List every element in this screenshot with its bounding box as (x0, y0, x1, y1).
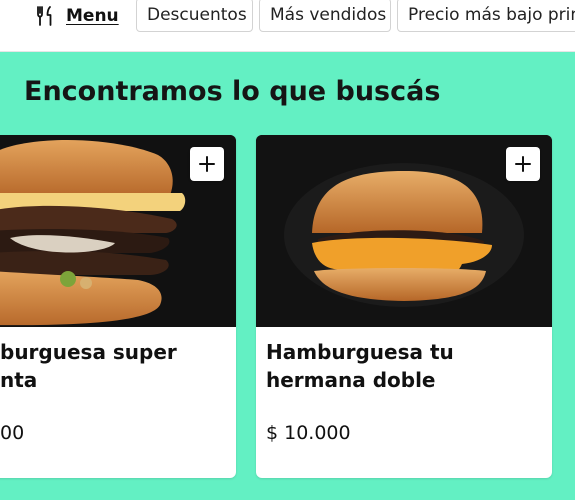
chip-mas-vendidos[interactable]: Más vendidos (259, 0, 391, 32)
fork-knife-icon (37, 6, 52, 26)
product-card[interactable]: burguesa super nta 00 (0, 135, 236, 478)
product-image (0, 135, 236, 327)
product-name: burguesa super nta (0, 338, 236, 394)
menu-label[interactable]: Menu (66, 6, 119, 26)
results-section: Encontramos lo que buscás burguesa super… (0, 52, 575, 500)
chip-descuentos[interactable]: Descuentos (136, 0, 253, 32)
menu-tab[interactable]: Menu (34, 0, 119, 32)
product-card[interactable]: Hamburguesa tu hermana doble $ 10.000 (256, 135, 552, 478)
chip-precio-mas-bajo[interactable]: Precio más bajo prim (397, 0, 575, 32)
product-name: Hamburguesa tu hermana doble (266, 338, 526, 394)
section-title: Encontramos lo que buscás (24, 76, 441, 107)
product-name-line-1: burguesa super (0, 340, 177, 364)
filter-bar: Menu Descuentos Más vendidos Precio más … (0, 0, 575, 52)
plus-icon (199, 156, 215, 172)
product-price: $ 10.000 (266, 422, 351, 444)
product-price: 00 (0, 422, 25, 444)
product-name-line-2: hermana doble (266, 368, 436, 392)
plus-icon (515, 156, 531, 172)
product-name-line-2: nta (0, 368, 38, 392)
product-image (256, 135, 552, 327)
product-name-line-1: Hamburguesa tu (266, 340, 454, 364)
add-to-cart-button[interactable] (506, 147, 540, 181)
add-to-cart-button[interactable] (190, 147, 224, 181)
